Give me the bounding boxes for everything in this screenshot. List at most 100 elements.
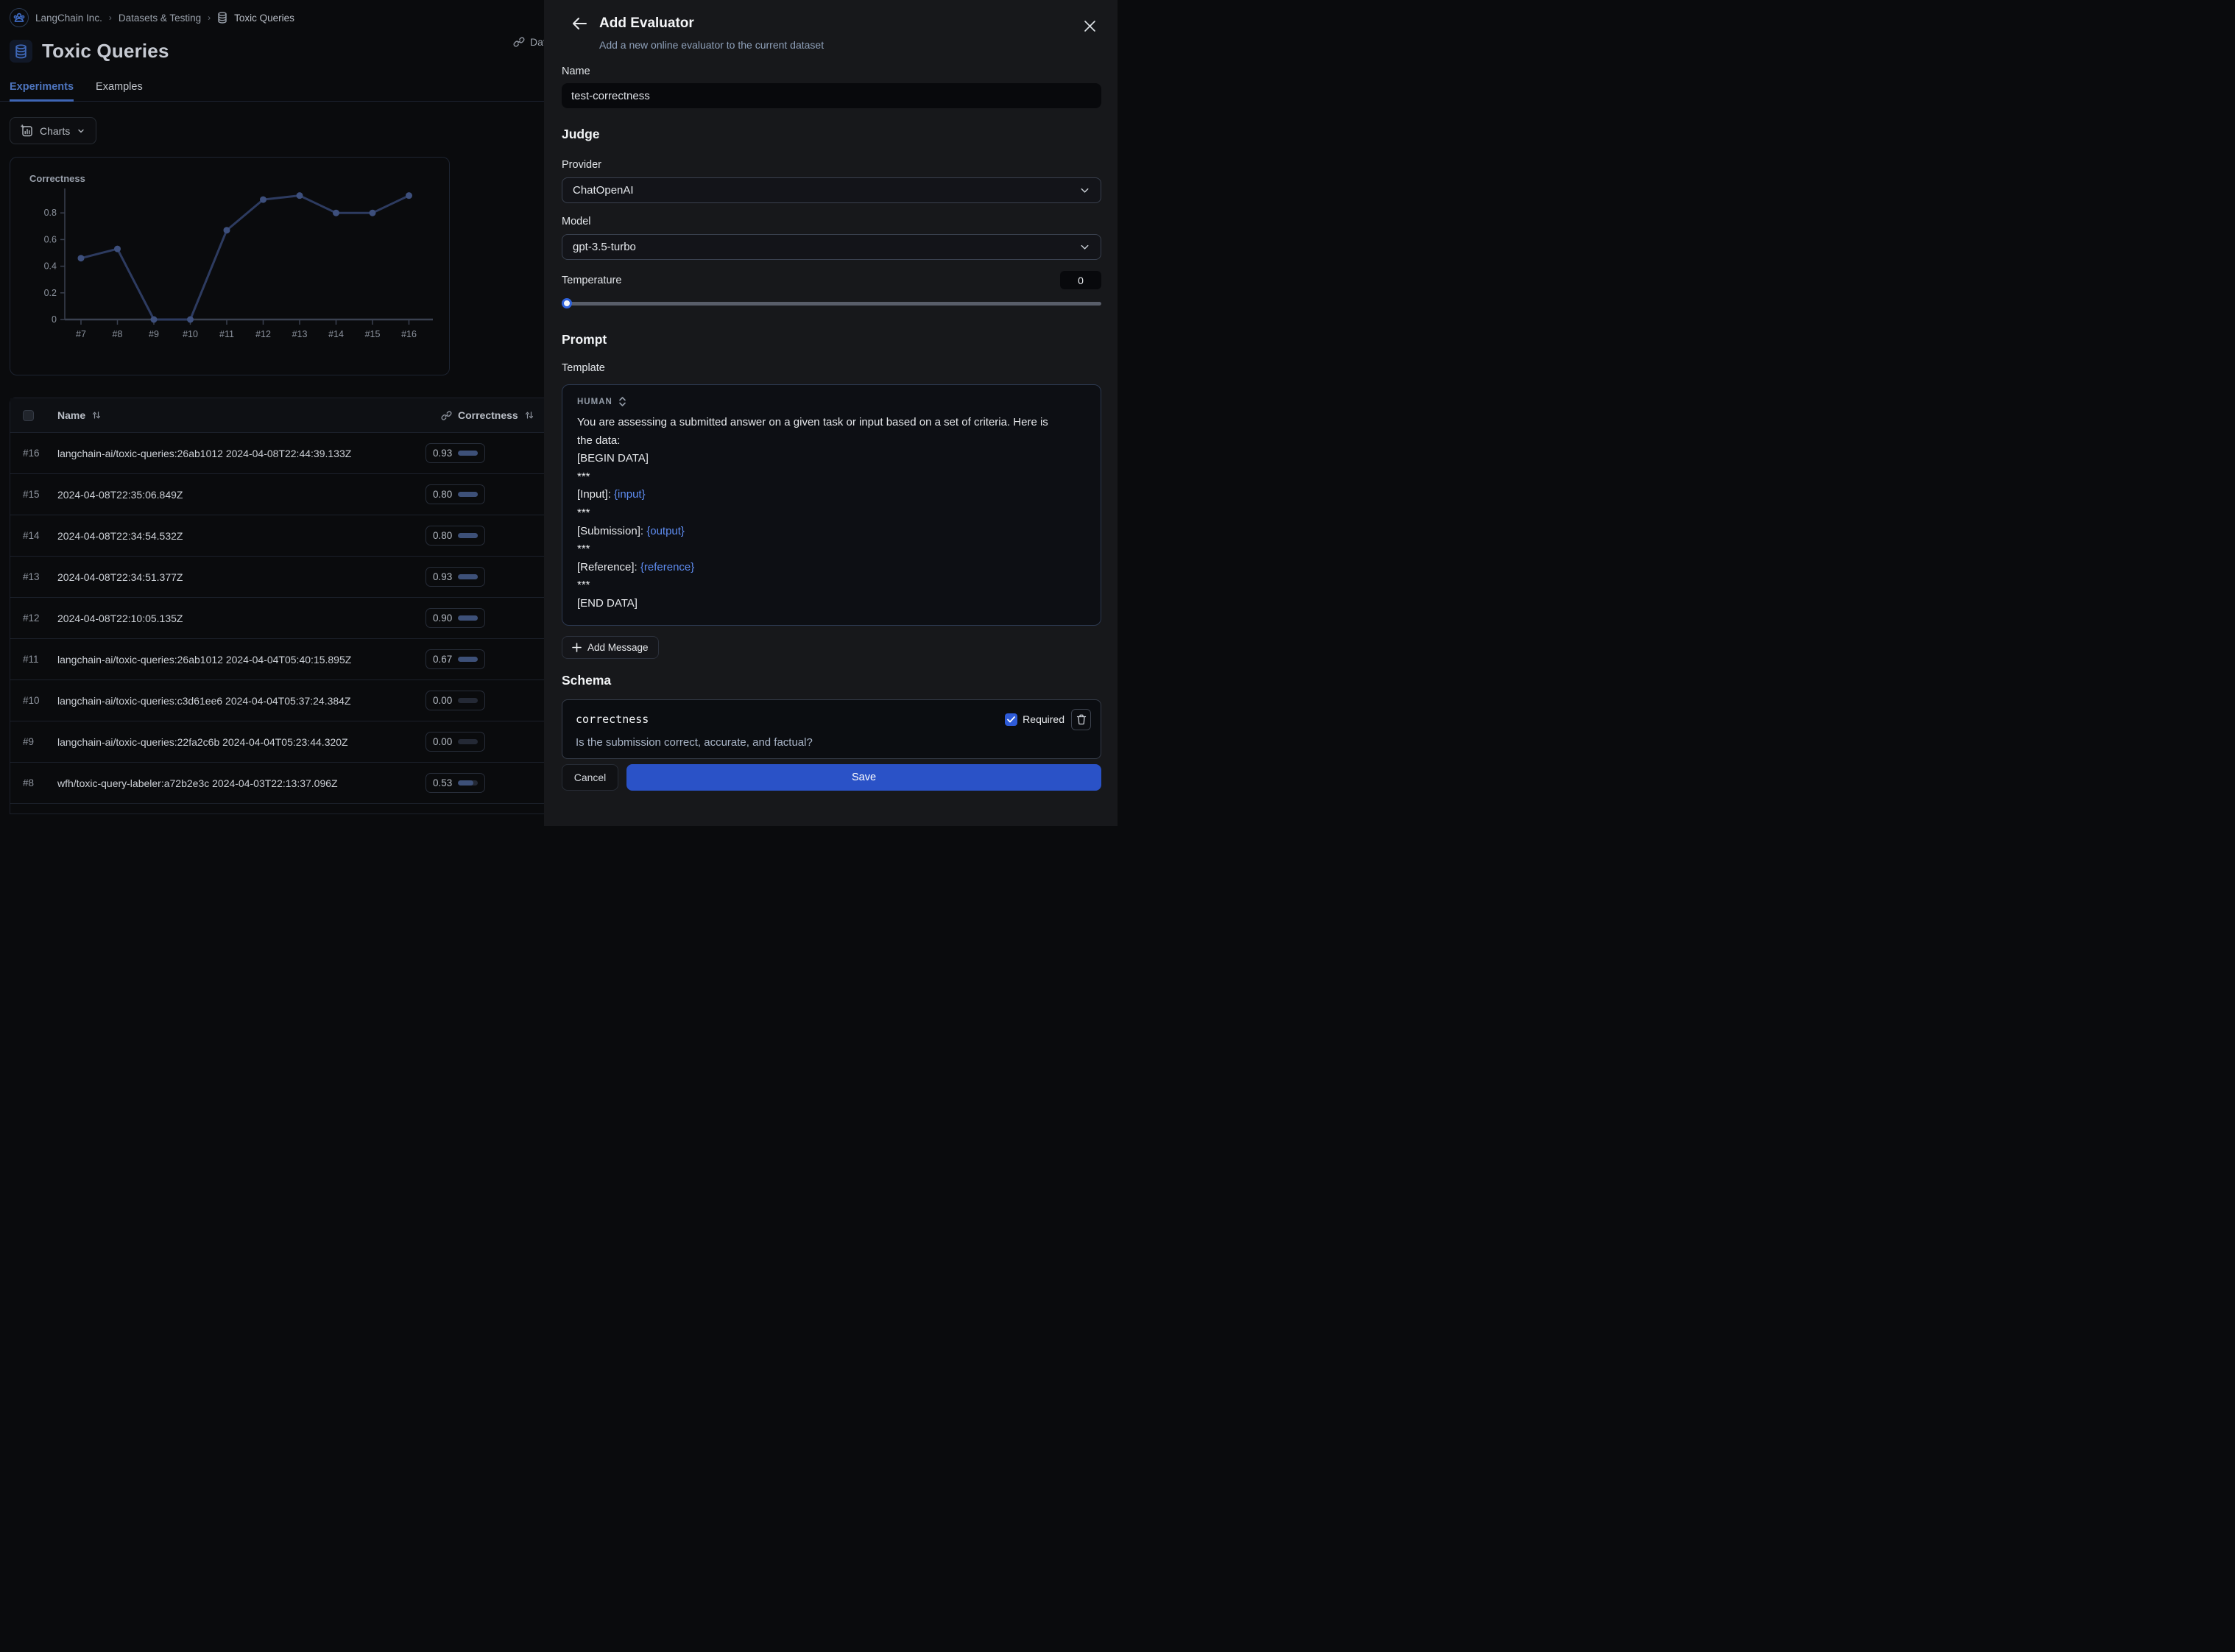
schema-field-description: Is the submission correct, accurate, and… bbox=[576, 736, 1091, 749]
temperature-value[interactable]: 0 bbox=[1060, 271, 1101, 289]
correctness-badge: 0.90 bbox=[426, 608, 485, 628]
model-select[interactable]: gpt-3.5-turbo bbox=[562, 234, 1101, 260]
save-button[interactable]: Save bbox=[626, 764, 1101, 791]
provider-select[interactable]: ChatOpenAI bbox=[562, 177, 1101, 203]
table-row[interactable]: #152024-04-08T22:35:06.849Z0.80 bbox=[10, 473, 544, 515]
back-button[interactable] bbox=[571, 15, 588, 32]
close-button[interactable] bbox=[1081, 18, 1098, 34]
experiment-name[interactable]: langchain-ai/toxic-queries:c3d61ee6 2024… bbox=[57, 695, 351, 707]
database-icon bbox=[15, 44, 27, 59]
dataset-link-partial[interactable]: Dat bbox=[513, 36, 544, 48]
svg-text:#9: #9 bbox=[149, 329, 159, 339]
correctness-value: 0.93 bbox=[433, 448, 452, 459]
select-all-checkbox[interactable] bbox=[23, 410, 34, 421]
svg-text:#11: #11 bbox=[219, 329, 234, 339]
table-row[interactable]: #142024-04-08T22:34:54.532Z0.80 bbox=[10, 515, 544, 556]
correctness-badge: 0.53 bbox=[426, 773, 485, 793]
chevron-down-icon bbox=[1079, 185, 1090, 196]
message-template-text[interactable]: You are assessing a submitted answer on … bbox=[577, 414, 1064, 613]
svg-text:0.2: 0.2 bbox=[44, 288, 57, 298]
people-icon bbox=[13, 13, 25, 23]
page-title: Toxic Queries bbox=[42, 40, 169, 63]
chevron-up-down-icon bbox=[618, 396, 627, 407]
column-header-correctness[interactable]: Correctness bbox=[441, 409, 534, 421]
schema-field-row: correctness Required bbox=[576, 709, 1091, 730]
experiment-number: #10 bbox=[23, 695, 45, 706]
charts-button-label: Charts bbox=[40, 125, 70, 137]
table-row[interactable]: #10 langchain-ai/toxic-queries:c3d61ee6 2… bbox=[10, 679, 544, 721]
correctness-value: 0.80 bbox=[433, 530, 452, 541]
experiment-name[interactable]: langchain-ai/toxic-queries:26ab1012 2024… bbox=[57, 654, 351, 666]
breadcrumb-section[interactable]: Datasets & Testing bbox=[119, 13, 201, 24]
svg-text:0.6: 0.6 bbox=[44, 234, 57, 244]
chevron-down-icon bbox=[1079, 241, 1090, 253]
delete-field-button[interactable] bbox=[1071, 709, 1091, 730]
org-avatar[interactable] bbox=[10, 8, 29, 27]
panel-header: Add Evaluator bbox=[562, 15, 1101, 32]
experiment-name[interactable]: 2024-04-08T22:10:05.135Z bbox=[57, 613, 183, 624]
experiment-name[interactable]: 2024-04-08T22:34:54.532Z bbox=[57, 530, 183, 542]
breadcrumb-org[interactable]: LangChain Inc. bbox=[35, 13, 102, 24]
sort-icon bbox=[524, 410, 534, 420]
evaluator-name-input[interactable] bbox=[562, 83, 1101, 108]
breadcrumb: LangChain Inc. › Datasets & Testing › To… bbox=[0, 0, 544, 27]
correctness-value: 0.00 bbox=[433, 736, 452, 747]
breadcrumb-separator: › bbox=[109, 13, 112, 23]
column-name-label: Name bbox=[57, 409, 85, 421]
breadcrumb-current: Toxic Queries bbox=[234, 13, 294, 24]
correctness-chart-card: Correctness 00.20.40.60.8#7#8#9#10#11#12… bbox=[10, 157, 450, 375]
experiment-number: #8 bbox=[23, 777, 45, 788]
add-message-label: Add Message bbox=[587, 642, 649, 653]
message-role-selector[interactable]: HUMAN bbox=[577, 396, 643, 407]
table-row-partial bbox=[10, 803, 544, 813]
experiment-number: #16 bbox=[23, 448, 45, 459]
correctness-badge: 0.00 bbox=[426, 732, 485, 752]
experiment-name[interactable]: 2024-04-08T22:34:51.377Z bbox=[57, 571, 183, 583]
column-correctness-label: Correctness bbox=[458, 409, 518, 421]
template-variable: {input} bbox=[614, 488, 646, 501]
experiment-name[interactable]: langchain-ai/toxic-queries:26ab1012 2024… bbox=[57, 448, 351, 459]
tab-bar: Experiments Examples bbox=[0, 81, 544, 102]
table-row[interactable]: #132024-04-08T22:34:51.377Z0.93 bbox=[10, 556, 544, 597]
table-row[interactable]: #8 wfh/toxic-query-labeler:a72b2e3c 2024-… bbox=[10, 762, 544, 803]
table-row[interactable]: #11langchain-ai/toxic-queries:26ab1012 2… bbox=[10, 638, 544, 679]
breadcrumb-separator: › bbox=[208, 13, 211, 23]
tab-examples[interactable]: Examples bbox=[96, 81, 143, 102]
table-row[interactable]: #9 langchain-ai/toxic-queries:22fa2c6b 20… bbox=[10, 721, 544, 762]
name-label: Name bbox=[562, 66, 1101, 77]
close-icon bbox=[1084, 20, 1096, 32]
template-label: Template bbox=[562, 362, 1101, 374]
temperature-slider[interactable] bbox=[562, 298, 1101, 308]
correctness-badge: 0.80 bbox=[426, 484, 485, 504]
correctness-value: 0.53 bbox=[433, 777, 452, 788]
experiment-name[interactable]: langchain-ai/toxic-queries:22fa2c6b 2024… bbox=[57, 736, 348, 748]
correctness-bar bbox=[458, 451, 478, 456]
table-row[interactable]: #16 langchain-ai/toxic-queries:26ab1012 2… bbox=[10, 432, 544, 473]
model-label: Model bbox=[562, 216, 1101, 227]
cancel-button[interactable]: Cancel bbox=[562, 764, 618, 791]
tab-experiments[interactable]: Experiments bbox=[10, 81, 74, 102]
panel-title: Add Evaluator bbox=[599, 15, 694, 32]
schema-heading: Schema bbox=[562, 673, 1101, 688]
template-text: *** [Reference]: bbox=[577, 543, 640, 573]
experiment-name[interactable]: 2024-04-08T22:35:06.849Z bbox=[57, 489, 183, 501]
slider-track[interactable] bbox=[562, 302, 1101, 306]
correctness-value: 0.67 bbox=[433, 654, 452, 665]
slider-thumb[interactable] bbox=[562, 298, 572, 308]
table-header: Name Correctness bbox=[10, 398, 544, 432]
add-evaluator-panel: Add Evaluator Add a new online evaluator… bbox=[544, 0, 1118, 826]
schema-field-name: correctness bbox=[576, 713, 1005, 726]
provider-value: ChatOpenAI bbox=[573, 184, 634, 197]
correctness-bar-fill bbox=[458, 574, 478, 579]
charts-button[interactable]: Charts bbox=[10, 117, 96, 144]
svg-text:0: 0 bbox=[52, 314, 57, 325]
experiment-number: #9 bbox=[23, 736, 45, 747]
required-checkbox[interactable] bbox=[1005, 713, 1017, 726]
column-header-name[interactable]: Name bbox=[57, 409, 102, 421]
correctness-bar bbox=[458, 780, 478, 786]
experiment-name[interactable]: wfh/toxic-query-labeler:a72b2e3c 2024-04… bbox=[57, 777, 338, 789]
correctness-badge: 0.67 bbox=[426, 649, 485, 669]
correctness-line-chart: 00.20.40.60.8#7#8#9#10#11#12#13#14#15#16 bbox=[29, 184, 442, 352]
table-row[interactable]: #122024-04-08T22:10:05.135Z0.90 bbox=[10, 597, 544, 638]
add-message-button[interactable]: Add Message bbox=[562, 636, 659, 659]
